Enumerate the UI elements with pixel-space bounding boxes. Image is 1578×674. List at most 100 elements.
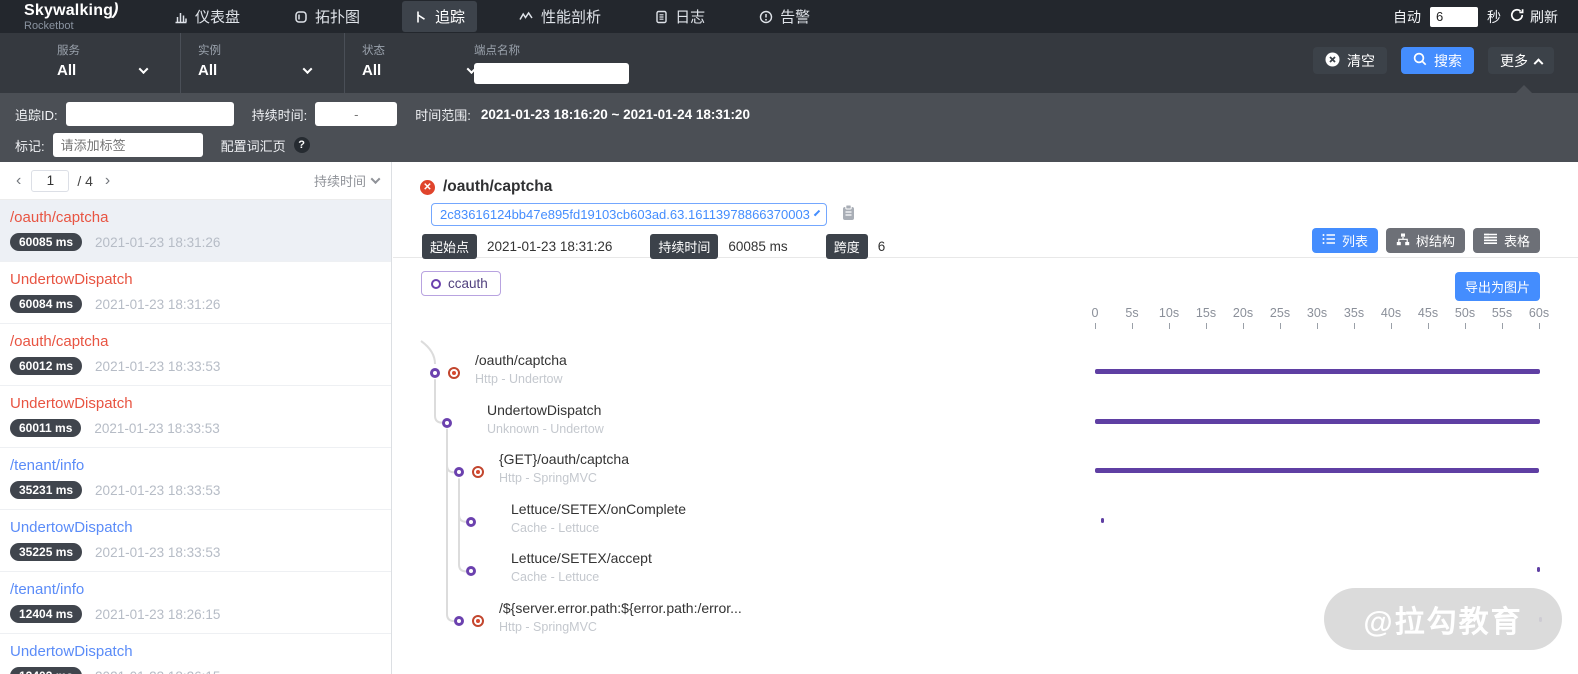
nav-item-0[interactable]: 仪表盘 — [162, 1, 252, 32]
filter-value-dropdown[interactable]: All — [198, 62, 327, 79]
span-row-1[interactable]: UndertowDispatchUnknown - Undertow — [393, 398, 1578, 446]
span-duration-bar[interactable] — [1101, 518, 1104, 523]
seconds-label: 秒 — [1487, 7, 1501, 27]
trace-list-item[interactable]: /tenant/info12404 ms2021-01-23 18:26:15 — [0, 572, 391, 634]
span-duration-bar[interactable] — [1095, 419, 1540, 424]
view-mode-1[interactable]: 树结构 — [1386, 228, 1465, 253]
more-button[interactable]: 更多 — [1488, 47, 1554, 74]
trace-name: /tenant/info — [10, 581, 381, 598]
view-mode-2[interactable]: 表格 — [1473, 228, 1540, 253]
export-image-button[interactable]: 导出为图片 — [1455, 272, 1540, 301]
clear-circle-x-icon — [1325, 52, 1340, 70]
trace-list-item[interactable]: UndertowDispatch60084 ms2021-01-23 18:31… — [0, 262, 391, 324]
start-value: 2021-01-23 18:31:26 — [487, 239, 612, 254]
span-node-icon[interactable] — [466, 566, 476, 576]
span-component: Cache - Lettuce — [511, 570, 599, 584]
endpoint-input[interactable] — [474, 63, 629, 84]
axis-tick-label: 50s — [1455, 306, 1475, 320]
page-input[interactable] — [31, 170, 69, 192]
help-icon[interactable]: ? — [294, 137, 310, 153]
span-node-icon[interactable] — [454, 467, 464, 477]
trace-icon — [414, 10, 428, 24]
trace-name: /oauth/captcha — [10, 333, 381, 350]
nav-item-5[interactable]: 告警 — [747, 1, 822, 32]
watermark: @拉勾教育 — [1324, 588, 1562, 650]
filter-value-dropdown[interactable]: All — [57, 62, 163, 79]
span-name: {GET}/oauth/captcha — [499, 451, 629, 467]
refresh-button[interactable]: 刷新 — [1510, 7, 1558, 27]
trace-list-item[interactable]: UndertowDispatch35225 ms2021-01-23 18:33… — [0, 510, 391, 572]
clear-button[interactable]: 清空 — [1313, 47, 1387, 74]
duration-badge: 12404 ms — [10, 605, 82, 623]
view-mode-0[interactable]: 列表 — [1312, 228, 1378, 253]
nav-item-label: 告警 — [780, 6, 810, 27]
trace-list-items: /oauth/captcha60085 ms2021-01-23 18:31:2… — [0, 200, 391, 674]
span-name: UndertowDispatch — [487, 402, 601, 418]
nav-item-4[interactable]: 日志 — [643, 1, 717, 32]
trace-time: 2021-01-23 18:26:15 — [95, 669, 220, 674]
trace-list-item[interactable]: /oauth/captcha60012 ms2021-01-23 18:33:5… — [0, 324, 391, 386]
duration-badge: 35225 ms — [10, 543, 82, 561]
time-range-label: 时间范围: — [415, 105, 471, 124]
duration-badge: 60085 ms — [10, 233, 82, 251]
trace-id-input[interactable] — [66, 102, 234, 126]
trace-name: /oauth/captcha — [10, 209, 381, 226]
axis-tick-label: 0 — [1092, 306, 1099, 320]
axis-tick-mark — [1243, 323, 1244, 329]
nav-item-2[interactable]: 追踪 — [402, 1, 477, 32]
trace-list-item[interactable]: /tenant/info35231 ms2021-01-23 18:33:53 — [0, 448, 391, 510]
refresh-label: 刷新 — [1530, 7, 1558, 27]
axis-tick-label: 60s — [1529, 306, 1549, 320]
nav-item-label: 仪表盘 — [195, 6, 240, 27]
sort-control[interactable]: 持续时间 — [314, 171, 379, 190]
trace-list-item[interactable]: /oauth/captcha60085 ms2021-01-23 18:31:2… — [0, 200, 391, 262]
nav-item-1[interactable]: 拓扑图 — [282, 1, 372, 32]
span-row-3[interactable]: Lettuce/SETEX/onCompleteCache - Lettuce — [393, 497, 1578, 545]
axis-tick-label: 20s — [1233, 306, 1253, 320]
span-row-0[interactable]: /oauth/captchaHttp - Undertow — [393, 348, 1578, 396]
trace-list-item[interactable]: UndertowDispatch60011 ms2021-01-23 18:33… — [0, 386, 391, 448]
auto-interval-input[interactable] — [1430, 7, 1478, 27]
span-node-icon[interactable] — [454, 616, 464, 626]
filter-value-dropdown[interactable]: All — [362, 62, 491, 79]
span-duration-bar[interactable] — [1095, 468, 1539, 473]
span-name: /oauth/captcha — [475, 352, 567, 368]
trace-list-item[interactable]: UndertowDispatch12403 ms2021-01-23 18:26… — [0, 634, 391, 674]
trace-name: UndertowDispatch — [10, 519, 381, 536]
span-node-icon[interactable] — [466, 517, 476, 527]
copy-clipboard-icon[interactable] — [841, 204, 856, 226]
axis-tick-label: 35s — [1344, 306, 1364, 320]
search-button[interactable]: 搜索 — [1401, 47, 1474, 74]
span-duration-bar[interactable] — [1095, 369, 1540, 374]
span-error-dot-icon — [448, 367, 460, 379]
filter-select-2: 状态All — [344, 33, 491, 93]
next-page-button[interactable]: › — [101, 172, 114, 190]
service-ring-icon — [431, 279, 441, 289]
error-circle-x-icon: ✕ — [420, 180, 435, 195]
nav-item-3[interactable]: 性能剖析 — [507, 1, 613, 32]
trace-id-label: 追踪ID: — [15, 105, 58, 124]
refresh-icon — [1510, 8, 1524, 25]
trace-id-select[interactable]: 2c83616124bb47e895fd19103cb603ad.63.1611… — [431, 203, 827, 226]
spans-badge: 跨度 — [826, 234, 868, 259]
service-tag-ccauth[interactable]: ccauth — [421, 271, 501, 296]
more-label: 更多 — [1500, 51, 1528, 71]
axis-tick-mark — [1428, 323, 1429, 329]
span-node-icon[interactable] — [442, 418, 452, 428]
axis-tick-label: 25s — [1270, 306, 1290, 320]
span-component: Cache - Lettuce — [511, 521, 599, 535]
span-duration-bar[interactable] — [1537, 567, 1540, 572]
axis-tick-mark — [1502, 323, 1503, 329]
dashboard-icon — [174, 10, 188, 24]
duration-badge: 35231 ms — [10, 481, 82, 499]
prev-page-button[interactable]: ‹ — [12, 172, 25, 190]
tag-input[interactable] — [53, 133, 203, 157]
duration-input[interactable] — [315, 102, 397, 126]
axis-tick-mark — [1280, 323, 1281, 329]
span-node-icon[interactable] — [430, 368, 440, 378]
more-panel-pointer — [1516, 85, 1532, 93]
duration-badge: 60084 ms — [10, 295, 82, 313]
filter-select-0: 服务All — [57, 33, 163, 93]
axis-tick-mark — [1539, 323, 1540, 329]
span-row-2[interactable]: {GET}/oauth/captchaHttp - SpringMVC — [393, 447, 1578, 495]
